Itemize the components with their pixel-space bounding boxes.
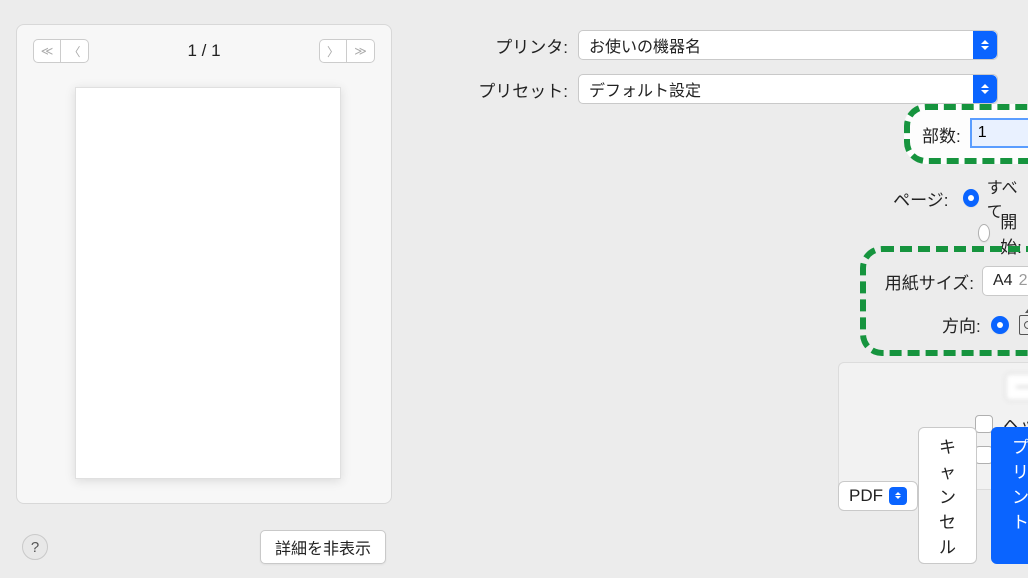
page-indicator: 1 / 1 [187,41,220,61]
last-page-button[interactable]: ≫ [347,39,375,63]
options-popup-value: ———— [1016,378,1028,396]
preset-value: デフォルト設定 [589,77,701,101]
next-page-button[interactable]: 〉 [319,39,347,63]
pager-row: ≪ 〈 1 / 1 〉 ≫ [17,25,391,73]
action-buttons: キャンセル プリント [918,427,1028,564]
pdf-label: PDF [849,486,883,506]
print-dialog: ≪ 〈 1 / 1 〉 ≫ ? 詳細を非表示 プリンタ: お使いの機器名 [0,0,1028,578]
preview-bottom-bar: ? 詳細を非表示 [0,530,408,564]
orientation-row: 方向: 縦 横 [878,312,1028,337]
copies-input[interactable] [971,119,1028,147]
first-page-button[interactable]: ≪ [33,39,61,63]
copies-stepper: ˄ ˅ [971,119,1028,149]
pager-prev-group: ≪ 〈 [33,39,89,63]
prev-page-button[interactable]: 〈 [61,39,89,63]
help-button[interactable]: ? [22,534,48,560]
pages-all-radio[interactable] [963,189,979,207]
print-button[interactable]: プリント [991,427,1028,564]
form-pane: プリンタ: お使いの機器名 プリセット: デフォルト設定 部数: [408,0,1028,578]
preview-pane: ≪ 〈 1 / 1 〉 ≫ ? 詳細を非表示 [0,0,408,578]
copies-label: 部数: [922,122,961,147]
paper-highlight: 用紙サイズ: A4 210 x 297 mm 方向: 縦 横 [860,246,1028,356]
options-header: ———— [855,373,1028,401]
dropdown-icon [973,75,997,103]
preset-popup[interactable]: デフォルト設定 [578,74,998,104]
orientation-portrait-radio[interactable] [991,316,1009,334]
portrait-icon [1019,315,1028,335]
page-thumbnail [75,87,341,479]
hide-details-button[interactable]: 詳細を非表示 [260,530,386,564]
pager-next-group: 〉 ≫ [319,39,375,63]
printer-value: お使いの機器名 [589,33,701,57]
paper-size-popup[interactable]: A4 210 x 297 mm [982,266,1028,296]
paper-size-label: 用紙サイズ: [878,269,982,294]
printer-label: プリンタ: [438,33,578,58]
options-popup[interactable]: ———— [1005,373,1028,401]
orientation-label: 方向: [942,312,981,337]
preview-inner: ≪ 〈 1 / 1 〉 ≫ [16,24,392,504]
pages-range-radio[interactable] [978,224,990,242]
preset-label: プリセット: [438,77,578,102]
pages-label: ページ: [838,186,955,211]
paper-size-value: A4 [993,272,1013,290]
bottom-bar: PDF キャンセル プリント [838,427,998,564]
paper-size-dimensions: 210 x 297 mm [1019,272,1028,290]
paper-size-row: 用紙サイズ: A4 210 x 297 mm [878,266,1028,296]
cancel-button[interactable]: キャンセル [918,427,977,564]
printer-popup[interactable]: お使いの機器名 [578,30,998,60]
preset-row: プリセット: デフォルト設定 [438,74,998,104]
copies-highlight: 部数: ˄ ˅ [904,104,1028,164]
pdf-button[interactable]: PDF [838,481,918,511]
printer-row: プリンタ: お使いの機器名 [438,30,998,60]
dropdown-icon [973,31,997,59]
dropdown-icon [889,487,907,505]
